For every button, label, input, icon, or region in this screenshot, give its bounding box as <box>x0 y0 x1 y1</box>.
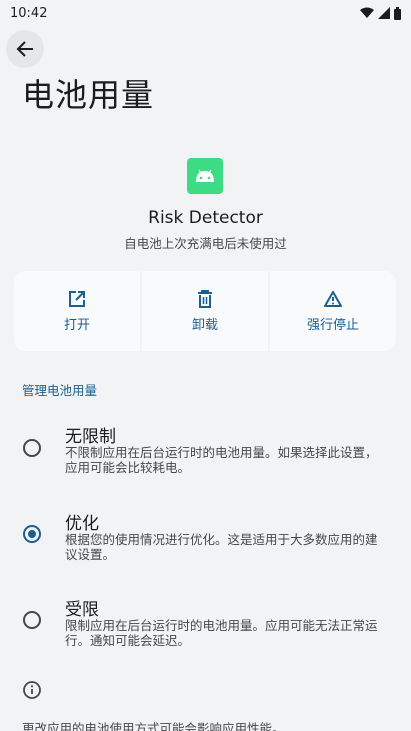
option-unrestricted[interactable]: 无限制 不限制应用在后台运行时的电池用量。如果选择此设置，应用可能会比较耗电。 <box>0 420 411 484</box>
status-bar: 10:42 <box>0 0 411 26</box>
force-stop-button[interactable]: 强行停止 <box>270 271 396 351</box>
option-title: 受限 <box>65 600 99 620</box>
option-description: 根据您的使用情况进行优化。这是适用于大多数应用的建议设置。 <box>65 532 378 562</box>
section-header: 管理电池用量 <box>22 383 98 398</box>
android-robot-icon <box>196 169 214 182</box>
trash-icon <box>198 289 212 308</box>
arrow-back-icon <box>16 41 33 57</box>
footer-info-text: 更改应用的电池使用方式可能会影响应用性能。 <box>22 721 285 731</box>
option-description: 限制应用在后台运行时的电池用量。应用可能无法正常运行。通知可能会延迟。 <box>65 618 378 648</box>
page-title: 电池用量 <box>22 76 155 114</box>
radio-optimized[interactable] <box>23 525 41 543</box>
open-button-label: 打开 <box>63 317 90 333</box>
radio-unrestricted[interactable] <box>23 439 41 457</box>
status-time: 10:42 <box>10 5 48 21</box>
back-button[interactable] <box>6 30 44 68</box>
app-name: Risk Detector <box>148 208 263 228</box>
open-external-icon <box>69 290 85 307</box>
open-button[interactable]: 打开 <box>14 271 140 351</box>
info-icon <box>23 681 41 699</box>
app-icon <box>187 158 223 194</box>
radio-restricted[interactable] <box>23 611 41 629</box>
wifi-icon <box>360 7 374 18</box>
option-title: 无限制 <box>65 427 116 447</box>
option-optimized[interactable]: 优化 根据您的使用情况进行优化。这是适用于大多数应用的建议设置。 <box>0 507 411 571</box>
uninstall-button-label: 卸载 <box>191 317 218 333</box>
battery-icon <box>394 6 401 20</box>
option-restricted[interactable]: 受限 限制应用在后台运行时的电池用量。应用可能无法正常运行。通知可能会延迟。 <box>0 593 411 657</box>
option-description: 不限制应用在后台运行时的电池用量。如果选择此设置，应用可能会比较耗电。 <box>65 445 378 475</box>
warning-icon <box>324 290 342 307</box>
option-title: 优化 <box>65 514 99 534</box>
app-usage-summary: 自电池上次充满电后未使用过 <box>124 236 287 251</box>
uninstall-button[interactable]: 卸载 <box>142 271 268 351</box>
cell-signal-icon <box>378 7 390 19</box>
app-actions: 打开 卸载 强行停止 <box>14 271 396 351</box>
force-stop-button-label: 强行停止 <box>306 317 359 333</box>
status-icons <box>360 6 401 20</box>
